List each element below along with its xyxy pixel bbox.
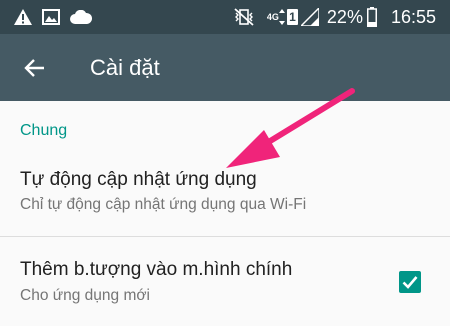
image-icon: [42, 9, 60, 25]
warning-icon: [14, 9, 32, 25]
section-header: Chung: [20, 122, 68, 139]
system-status: 4G 1 22% 16:55: [233, 4, 436, 30]
battery-icon: [366, 7, 377, 27]
setting-auto-update[interactable]: Tự động cập nhật ứng dụng Chỉ tự động cậ…: [0, 160, 450, 235]
sim-badge: 1: [286, 9, 298, 25]
setting-subtitle: Cho ứng dụng mới: [20, 287, 150, 304]
checkmark-icon: [402, 275, 418, 289]
page-title: Cài đặt: [90, 55, 160, 80]
signal-icon: [300, 8, 319, 26]
setting-title: Thêm b.tượng vào m.hình chính: [20, 259, 293, 280]
app-bar: Cài đặt: [0, 34, 450, 101]
clock: 16:55: [390, 6, 436, 27]
notification-icons: [14, 7, 92, 27]
network-type-label: 4G: [266, 11, 279, 22]
add-icon-checkbox[interactable]: [399, 271, 421, 293]
arrow-back-icon: [23, 57, 45, 79]
status-bar: 4G 1 22% 16:55: [0, 0, 450, 34]
setting-title: Tự động cập nhật ứng dụng: [20, 169, 257, 190]
setting-add-icon-to-home[interactable]: Thêm b.tượng vào m.hình chính Cho ứng dụ…: [0, 237, 450, 326]
battery-percent: 22%: [326, 6, 363, 27]
setting-subtitle: Chỉ tự động cập nhật ứng dụng qua Wi-Fi: [20, 196, 307, 213]
data-arrows-icon: [278, 9, 285, 25]
back-button[interactable]: [18, 52, 50, 84]
vibrate-mute-icon: [233, 7, 255, 27]
cloud-icon: [70, 10, 92, 24]
